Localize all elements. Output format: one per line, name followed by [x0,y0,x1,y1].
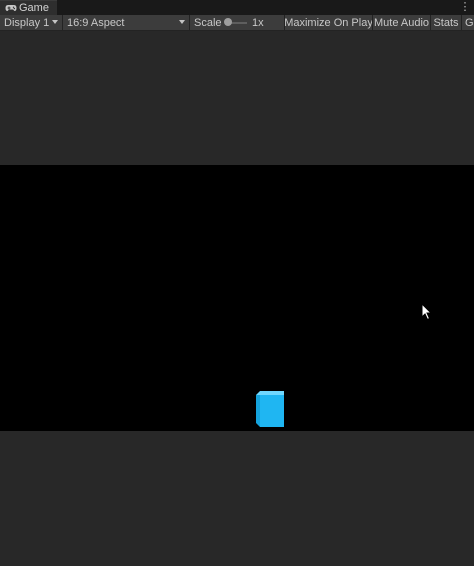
gamepad-icon [5,3,17,13]
stats-button[interactable]: Stats [430,15,461,30]
game-view[interactable] [0,165,474,431]
aspect-dropdown-value: 16:9 Aspect [67,16,125,29]
display-dropdown[interactable]: Display 1 [0,15,63,30]
scale-label: Scale [194,16,222,29]
cube [256,391,284,427]
scale-value: 1x [252,16,264,29]
tab-label: Game [19,2,49,14]
chevron-down-icon [179,20,185,24]
tab-game[interactable]: Game [0,0,57,15]
scale-slider-handle[interactable] [224,18,232,26]
tab-bar: Game ⋮ [0,0,474,15]
aspect-dropdown[interactable]: 16:9 Aspect [63,15,190,30]
maximize-on-play-button[interactable]: Maximize On Play [284,15,373,30]
gizmos-button[interactable]: Gi [461,15,474,30]
mute-audio-button[interactable]: Mute Audio [372,15,430,30]
chevron-down-icon [52,20,58,24]
mouse-cursor-icon [421,303,433,321]
more-options-icon[interactable]: ⋮ [460,1,471,13]
display-dropdown-value: Display 1 [4,16,50,29]
